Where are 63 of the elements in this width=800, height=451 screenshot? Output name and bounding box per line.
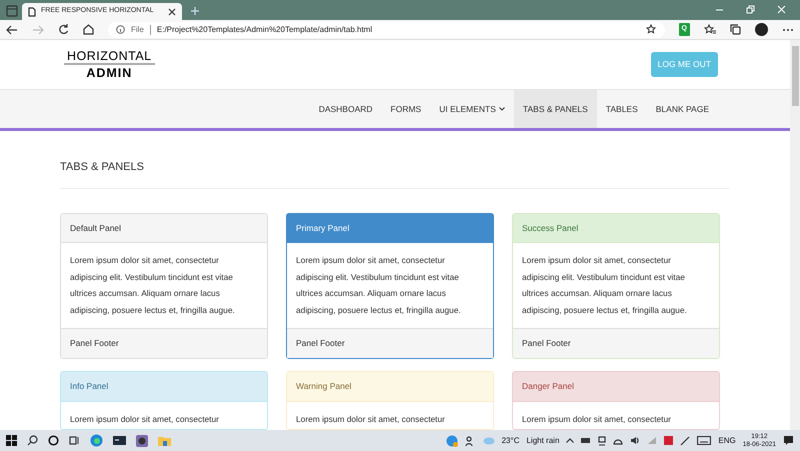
- app-tray-icon[interactable]: [664, 436, 674, 445]
- language-indicator[interactable]: ENG: [718, 434, 736, 446]
- search-icon[interactable]: [27, 435, 38, 446]
- panel-heading: Danger Panel: [513, 372, 719, 402]
- panel-heading: Success Panel: [513, 214, 719, 244]
- new-tab-icon[interactable]: [190, 6, 200, 16]
- nav-link[interactable]: DASHBOARD: [310, 90, 382, 128]
- nav-link[interactable]: TABLES: [596, 90, 647, 128]
- temperature-text: 23°C: [502, 434, 520, 446]
- panel-footer: Panel Footer: [287, 328, 493, 358]
- restore-icon[interactable]: [746, 5, 755, 14]
- speaker-icon[interactable]: [630, 436, 640, 445]
- page-heading: TABS & PANELS: [60, 131, 730, 188]
- panel-heading: Default Panel: [61, 214, 267, 244]
- profile-avatar-icon[interactable]: [755, 23, 768, 36]
- panel-body-text: Lorem ipsum dolor sit amet, consectetur adipiscing elit. Vestibulum tincidunt est vitae ultrices accumsan. Aliquam ornare lacus adipiscing, posuere lectus et, fringilla augue.: [521, 254, 688, 317]
- panel-footer: Panel Footer: [513, 328, 719, 358]
- collections-icon[interactable]: [730, 24, 741, 35]
- panel-heading: Primary Panel: [287, 214, 493, 244]
- nav-link[interactable]: UI ELEMENTS: [430, 90, 514, 128]
- tab-actions-icon[interactable]: [6, 5, 18, 17]
- refresh-icon[interactable]: [58, 24, 69, 35]
- logo-text: HORIZONTAL: [64, 50, 155, 65]
- cloud-icon[interactable]: [613, 436, 624, 444]
- page-icon: [28, 6, 36, 16]
- app-icon[interactable]: [136, 434, 148, 446]
- panel-body-text: Lorem ipsum dolor sit amet, consectetur: [295, 412, 446, 426]
- windows-start-icon[interactable]: [6, 435, 17, 446]
- help-icon[interactable]: [446, 434, 458, 446]
- close-icon[interactable]: [168, 8, 176, 16]
- url-text: E:/Project%20Templates/Admin%20Template/admin/tab.html: [156, 24, 372, 36]
- favorites-icon[interactable]: [704, 24, 716, 35]
- nav-link[interactable]: TABS & PANELS: [514, 90, 597, 128]
- more-icon[interactable]: [782, 28, 794, 32]
- circle-icon[interactable]: [48, 435, 59, 446]
- task-view-icon[interactable]: [69, 435, 80, 446]
- panel-footer: Panel Footer: [61, 328, 267, 358]
- scrollbar[interactable]: [790, 40, 800, 430]
- panel-body-text: Lorem ipsum dolor sit amet, consectetur adipiscing elit. Vestibulum tincidunt est vitae ultrices accumsan. Aliquam ornare lacus adipiscing, posuere lectus et, fringilla augue.: [69, 254, 236, 317]
- back-arrow-icon[interactable]: [6, 24, 18, 34]
- logo-text: ADMIN: [86, 65, 132, 80]
- panel-heading: Warning Panel: [287, 372, 493, 402]
- pen-icon[interactable]: [680, 436, 690, 446]
- webcam-icon[interactable]: [598, 436, 606, 446]
- address-label: File: [131, 24, 144, 36]
- chevron-up-icon[interactable]: [566, 438, 574, 443]
- battery-icon[interactable]: [581, 437, 592, 444]
- favorite-star-icon[interactable]: [646, 24, 657, 35]
- panel-body-text: Lorem ipsum dolor sit amet, consectetur adipiscing elit. Vestibulum tincidunt est vitae ultrices accumsan. Aliquam ornare lacus adipiscing, posuere lectus et, fringilla augue.: [295, 254, 462, 317]
- nav-link[interactable]: FORMS: [382, 90, 430, 128]
- folder-icon[interactable]: [158, 435, 171, 446]
- home-icon[interactable]: [83, 24, 94, 35]
- panel-body-text: Lorem ipsum dolor sit amet, consectetur: [69, 412, 220, 426]
- terminal-app-icon[interactable]: [113, 435, 126, 446]
- address-bar[interactable]: File E:/Project%20Templates/Admin%20Template/admin/tab.html: [108, 22, 665, 38]
- notification-icon[interactable]: [783, 435, 794, 446]
- weather-text: Light rain: [526, 434, 560, 446]
- browser-app-icon[interactable]: [90, 434, 103, 447]
- nav-link[interactable]: BLANK PAGE: [646, 90, 718, 128]
- panel-heading: Info Panel: [61, 372, 267, 402]
- info-icon: [116, 25, 125, 34]
- keyboard-icon[interactable]: [697, 436, 712, 445]
- panel-body-text: Lorem ipsum dolor sit amet, consectetur: [521, 412, 672, 426]
